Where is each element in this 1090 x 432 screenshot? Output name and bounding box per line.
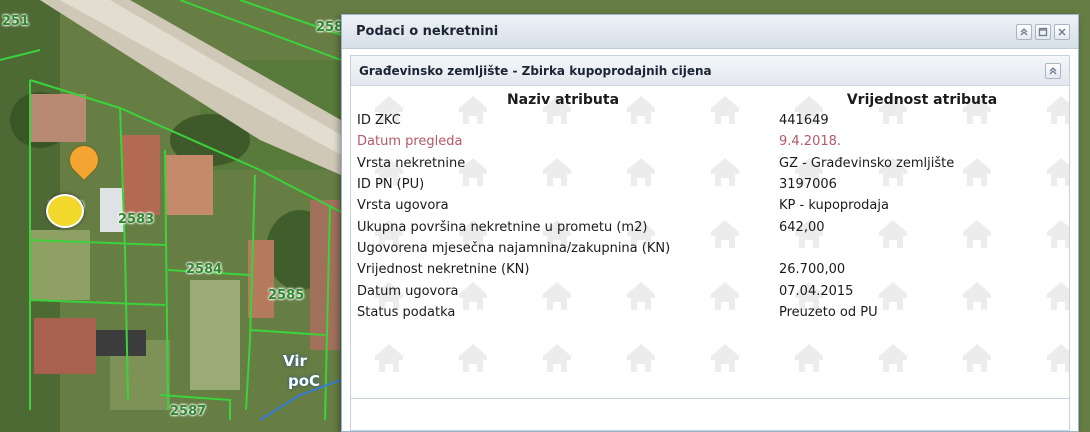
panel-header[interactable]: Podaci o nekretnini [342,15,1078,49]
table-row: Vrsta ugovora KP - kupoprodaja [351,195,1069,216]
property-info-panel: Podaci o nekretnini Građevinsko zemljišt… [341,14,1079,432]
panel-title: Podaci o nekretnini [356,24,499,39]
attributes-table-area: Naziv atributa Vrijednost atributa ID ZK… [351,86,1069,398]
column-header-name: Naziv atributa [506,92,620,108]
table-row: ID ZKC 441649 [351,110,1069,131]
collapse-icon[interactable] [1016,23,1032,40]
section-title: Građevinsko zemljište - Zbirka kupoproda… [359,63,712,78]
attribute-value: KP - kupoprodaja [779,198,889,214]
attribute-value: 441649 [779,113,829,129]
attribute-name: Status podatka [357,304,456,320]
attribute-value: GZ - Građevinsko zemljište [779,155,955,171]
table-row: Vrsta nekretnine GZ - Građevinsko zemlji… [351,153,1069,174]
attribute-name: Vrijednost nekretnine (KN) [357,262,530,278]
parcel-label: 2587 [170,404,207,419]
maximize-icon[interactable] [1035,23,1051,40]
close-icon[interactable] [1054,23,1070,40]
attribute-value: Preuzeto od PU [779,304,878,320]
attribute-value: 26.700,00 [779,262,846,278]
map-place-label: Vir [283,352,307,370]
attribute-value: 07.04.2015 [779,283,854,299]
section-header[interactable]: Građevinsko zemljište - Zbirka kupoproda… [351,56,1069,86]
attribute-name: Ugovorena mjesečna najamnina/zakupnina (… [357,240,671,256]
selected-parcel-marker[interactable] [46,194,84,228]
attribute-name: ID PN (PU) [357,177,425,193]
attribute-value [775,238,1069,259]
attribute-name: Vrsta nekretnine [357,155,466,171]
table-row: ID PN (PU) 3197006 [351,174,1069,195]
attribute-name: Datum pregleda [357,134,463,150]
parcel-label: 2583 [118,212,155,227]
attributes-section: Građevinsko zemljište - Zbirka kupoproda… [350,55,1070,431]
section-footer [351,398,1069,423]
map-place-label: poC [288,372,321,390]
table-row: Ukupna površina nekretnine u prometu (m2… [351,216,1069,237]
table-row: Ugovorena mjesečna najamnina/zakupnina (… [351,238,1069,259]
parcel-label: 251 [2,14,30,29]
attribute-value: 9.4.2018. [779,134,842,150]
column-header-value: Vrijednost atributa [846,92,998,108]
attributes-table: Naziv atributa Vrijednost atributa ID ZK… [351,86,1069,323]
attribute-name: ID ZKC [357,113,401,129]
table-row: Vrijednost nekretnine (KN) 26.700,00 [351,259,1069,280]
table-row: Datum ugovora 07.04.2015 [351,280,1069,301]
attribute-name: Vrsta ugovora [357,198,449,214]
parcel-label: 2585 [268,288,305,303]
attribute-value: 642,00 [779,219,825,235]
attribute-name: Datum ugovora [357,283,459,299]
parcel-label: 2584 [186,262,223,277]
attribute-value: 3197006 [779,177,837,193]
attribute-name: Ukupna površina nekretnine u prometu (m2… [357,219,648,235]
table-row: Datum pregleda 9.4.2018. [351,131,1069,152]
collapse-section-icon[interactable] [1045,62,1061,79]
table-row: Status podatka Preuzeto od PU [351,302,1069,323]
